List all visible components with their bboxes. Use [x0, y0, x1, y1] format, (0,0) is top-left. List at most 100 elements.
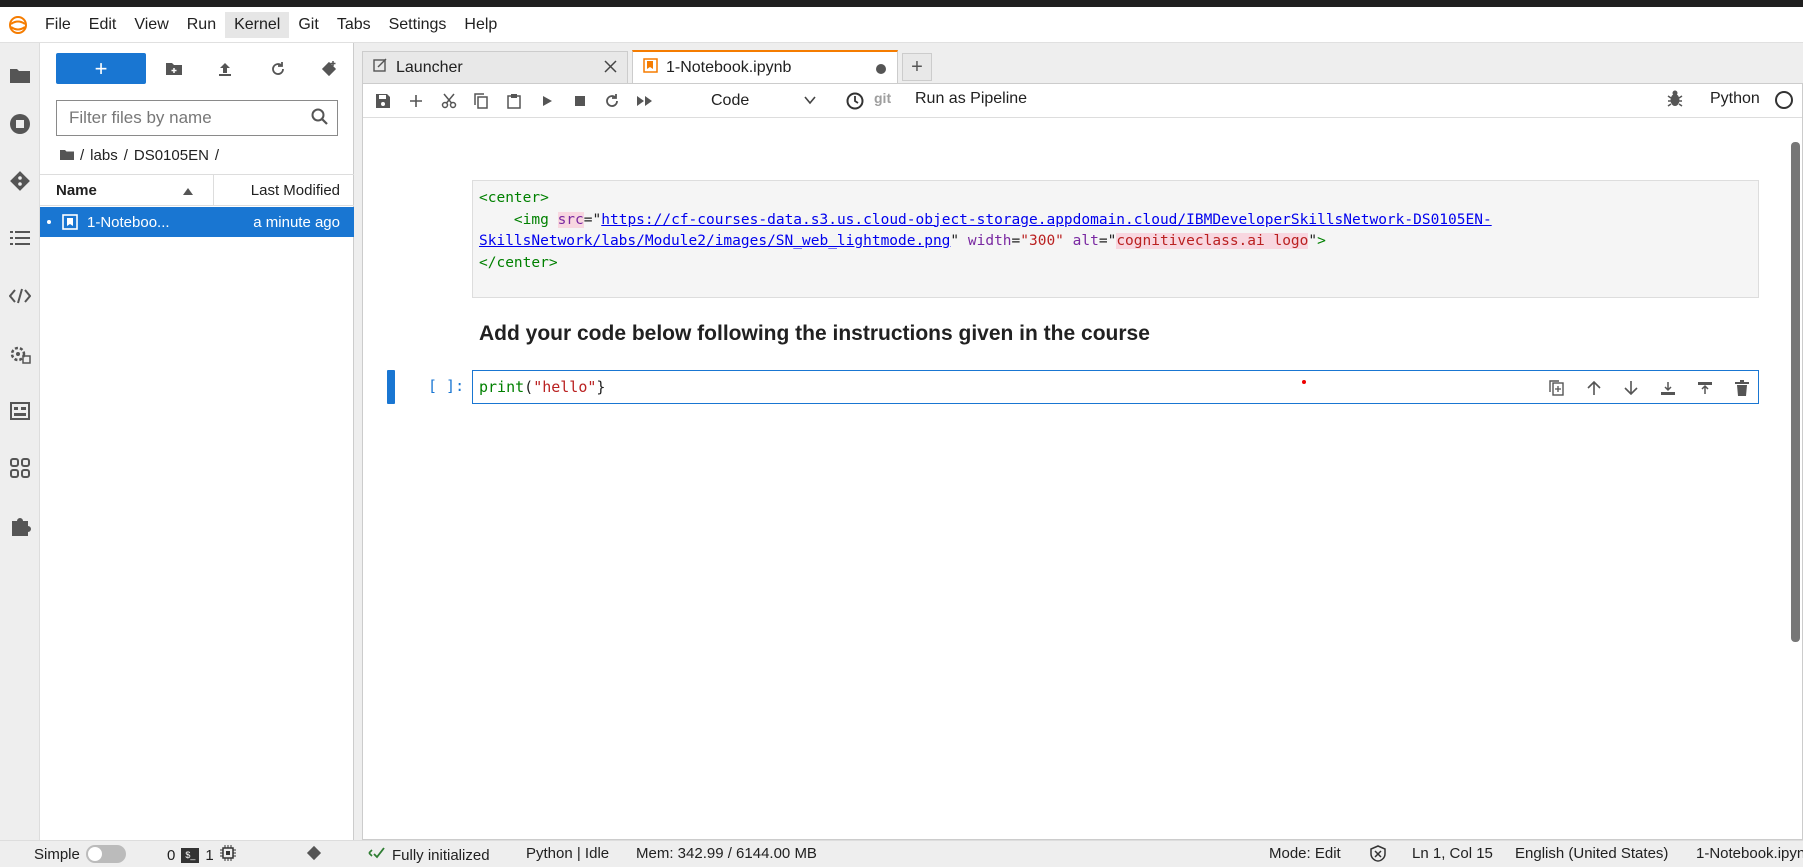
menu-git[interactable]: Git [289, 12, 327, 38]
vertical-scrollbar[interactable] [1790, 124, 1800, 836]
scrollbar-thumb[interactable] [1791, 142, 1800, 642]
column-last-modified[interactable]: Last Modified [214, 175, 354, 205]
markdown-source: <center> <img src="https://cf-courses-da… [479, 190, 1492, 271]
main-dock-area: Launcher 1-Notebook.ipynb + Code git Run… [354, 43, 1803, 840]
widgets-icon[interactable] [6, 454, 34, 482]
window-top-strip [0, 0, 1803, 7]
cut-icon[interactable] [437, 89, 461, 113]
add-tab-button[interactable]: + [902, 53, 932, 81]
toggle-switch[interactable] [85, 845, 126, 863]
restart-kernel-icon[interactable] [600, 89, 624, 113]
filter-files-field[interactable] [56, 100, 338, 136]
clock-icon[interactable] [843, 89, 867, 113]
language-indicator[interactable]: English (United States) [1515, 845, 1668, 862]
git-status-icon[interactable] [306, 845, 322, 861]
upload-icon[interactable] [213, 57, 237, 81]
new-launcher-button[interactable]: + [56, 53, 146, 84]
extensions-icon[interactable] [6, 512, 34, 540]
insert-below-icon[interactable] [1657, 377, 1679, 399]
file-name: 1-Noteboo... [87, 213, 170, 231]
menu-kernel[interactable]: Kernel [225, 11, 290, 38]
menu-view[interactable]: View [125, 12, 177, 38]
menu-run[interactable]: Run [178, 12, 225, 38]
notebook-toolbar: Code git Run as Pipeline Python [363, 84, 1802, 118]
terminals-status[interactable]: 0 $_ 1 [167, 845, 236, 865]
paste-icon[interactable] [502, 89, 526, 113]
move-up-icon[interactable] [1583, 377, 1605, 399]
kernel-chip-icon [219, 845, 236, 865]
git-clone-icon[interactable] [317, 57, 341, 81]
add-cell-icon[interactable] [404, 89, 428, 113]
restart-run-all-icon[interactable] [633, 89, 657, 113]
running-icon[interactable] [6, 110, 34, 138]
move-down-icon[interactable] [1620, 377, 1642, 399]
kernel-status[interactable]: Python | Idle [526, 845, 609, 862]
property-inspector-icon[interactable] [6, 340, 34, 368]
kernel-status-icon [1775, 91, 1793, 109]
save-icon[interactable] [371, 89, 395, 113]
breadcrumb-sep: / [123, 147, 128, 164]
home-folder-icon[interactable] [60, 147, 74, 164]
terminal-icon: $_ [181, 847, 200, 863]
run-cell-icon[interactable] [535, 89, 559, 113]
duplicate-cell-icon[interactable] [1546, 377, 1568, 399]
menu-settings[interactable]: Settings [380, 12, 456, 38]
close-icon[interactable] [604, 60, 617, 78]
menu-tabs[interactable]: Tabs [328, 12, 380, 38]
filter-files-input[interactable] [69, 108, 289, 128]
lsp-check-icon [368, 845, 386, 865]
markdown-cell-editor[interactable]: <center> <img src="https://cf-courses-da… [472, 180, 1759, 298]
terminals-count: 0 [167, 846, 176, 864]
run-as-pipeline-button[interactable]: Run as Pipeline [915, 90, 1027, 108]
stop-icon[interactable] [568, 89, 592, 113]
cell-type-value: Code [711, 92, 750, 109]
cell-prompt: [ ]: [428, 377, 465, 395]
menu-file[interactable]: File [36, 12, 80, 38]
git-icon[interactable] [6, 167, 34, 195]
column-name-label: Name [56, 181, 97, 199]
unsaved-dot-icon[interactable] [875, 62, 887, 80]
git-diff-button[interactable]: git [874, 90, 891, 106]
tab-notebook[interactable]: 1-Notebook.ipynb [632, 50, 898, 83]
edit-mode[interactable]: Mode: Edit [1269, 845, 1341, 862]
file-list-item[interactable]: 1-Noteboo... a minute ago [40, 207, 354, 237]
simple-mode-label: Simple [34, 845, 80, 863]
jupyter-logo-icon [0, 7, 36, 43]
simple-mode-toggle[interactable]: Simple [34, 845, 126, 863]
column-name[interactable]: Name [40, 175, 214, 205]
init-status: Fully initialized [392, 846, 490, 864]
tab-launcher[interactable]: Launcher [362, 51, 628, 83]
code-snippet-icon[interactable] [6, 282, 34, 310]
bug-icon[interactable] [1667, 90, 1683, 112]
new-folder-icon[interactable] [162, 57, 186, 81]
folder-icon[interactable] [6, 61, 34, 89]
menu-help[interactable]: Help [455, 12, 506, 38]
copy-icon[interactable] [469, 89, 493, 113]
active-cell-indicator[interactable] [387, 370, 395, 404]
trusted-shield-icon[interactable] [1370, 845, 1386, 862]
notebook-icon [62, 214, 78, 230]
code-input[interactable]: print("hello"} [479, 378, 605, 396]
refresh-icon[interactable] [266, 57, 290, 81]
notebook-icon [643, 57, 658, 78]
toc-icon[interactable] [6, 224, 34, 252]
search-icon [311, 108, 329, 131]
kernel-name[interactable]: Python [1710, 90, 1760, 108]
delete-icon[interactable] [1731, 377, 1753, 399]
pipeline-components-icon[interactable] [6, 397, 34, 425]
code-cell-editor[interactable]: print("hello"} [472, 370, 1759, 404]
lsp-status[interactable]: Fully initialized [368, 845, 490, 865]
cursor-position[interactable]: Ln 1, Col 15 [1412, 845, 1493, 862]
file-modified: a minute ago [253, 213, 340, 231]
breadcrumb-ds0105en[interactable]: DS0105EN [134, 147, 209, 164]
tab-launcher-label: Launcher [396, 58, 463, 76]
menu-edit[interactable]: Edit [80, 12, 126, 38]
file-list-header: Name Last Modified [40, 174, 354, 206]
cell-type-select[interactable]: Code [711, 89, 821, 113]
activity-bar [0, 43, 40, 840]
breadcrumb: / labs / DS0105EN / [60, 147, 219, 164]
menu-bar: File Edit View Run Kernel Git Tabs Setti… [0, 7, 1803, 43]
breadcrumb-labs[interactable]: labs [90, 147, 118, 164]
insert-above-icon[interactable] [1694, 377, 1716, 399]
memory-usage: Mem: 342.99 / 6144.00 MB [636, 845, 817, 862]
